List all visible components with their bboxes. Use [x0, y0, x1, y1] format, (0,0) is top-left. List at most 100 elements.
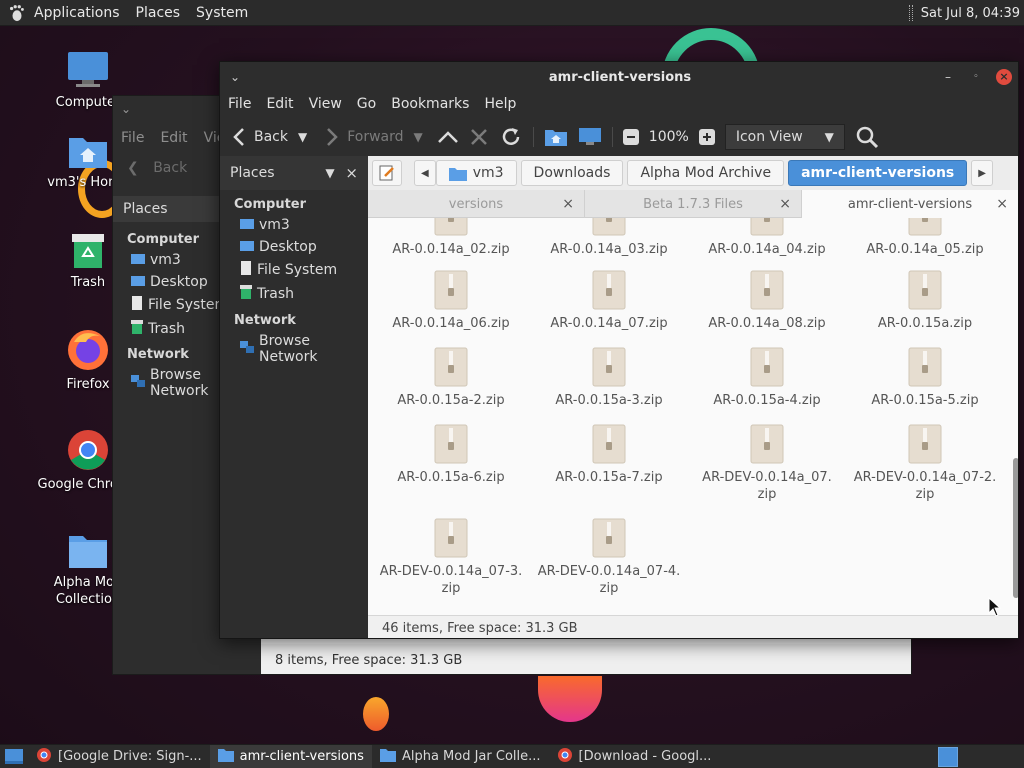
file-item[interactable]: AR-DEV-0.0.14a_07.zip — [688, 424, 846, 503]
dropdown-arrow-icon[interactable]: ▼ — [325, 166, 334, 180]
home-button[interactable] — [544, 127, 568, 147]
close-tab-icon[interactable]: × — [996, 196, 1008, 212]
sidebar-header[interactable]: Places ▼ × — [220, 156, 368, 190]
file-item[interactable]: AR-0.0.15a-4.zip — [688, 347, 846, 409]
menu-file[interactable]: File — [121, 130, 144, 146]
menu-edit[interactable]: Edit — [160, 130, 187, 146]
menu-edit[interactable]: Edit — [266, 96, 293, 112]
network-icon — [131, 375, 145, 391]
maximize-icon[interactable]: ◦ — [968, 69, 984, 85]
path-segment-label: Alpha Mod Archive — [640, 165, 772, 181]
taskbar-item-amr-client-versions[interactable]: amr-client-versions — [209, 744, 372, 768]
clock[interactable]: Sat Jul 8, 04:39 — [921, 6, 1020, 21]
close-sidebar-icon[interactable]: × — [345, 164, 358, 182]
path-segment-downloads[interactable]: Downloads — [520, 160, 624, 186]
tab-amr-client-versions[interactable]: amr-client-versions × — [802, 190, 1018, 218]
sidebar-item-label: Browse Network — [259, 333, 318, 365]
sidebar-item-vm3[interactable]: vm3 — [220, 214, 368, 236]
chevron-down-icon[interactable]: ⌄ — [121, 102, 131, 116]
close-icon[interactable]: × — [996, 69, 1012, 85]
view-mode-select[interactable]: Icon View ▼ — [724, 124, 845, 150]
file-item[interactable]: AR-0.0.14a_08.zip — [688, 270, 846, 332]
file-item[interactable]: AR-0.0.15a-3.zip — [530, 347, 688, 409]
back-window-navbar: ❮ Back — [127, 160, 187, 176]
zoom-out-button[interactable] — [622, 129, 639, 145]
file-name: AR-DEV-0.0.14a_07-3.zip — [379, 564, 523, 596]
file-item[interactable]: AR-0.0.15a-2.zip — [372, 347, 530, 409]
show-desktop-button[interactable] — [0, 745, 28, 768]
back-button[interactable]: Back — [232, 127, 288, 147]
file-name: AR-0.0.14a_06.zip — [392, 316, 510, 331]
sidebar-item-file-system[interactable]: File System — [220, 258, 368, 282]
menu-places[interactable]: Places — [136, 5, 181, 21]
close-tab-icon[interactable]: × — [562, 196, 574, 212]
close-tab-icon[interactable]: × — [779, 196, 791, 212]
monitor-icon — [68, 52, 108, 87]
sidebar-item-trash[interactable]: Trash — [220, 282, 368, 306]
zip-archive-icon — [434, 218, 468, 236]
file-item[interactable]: AR-0.0.15a-6.zip — [372, 424, 530, 486]
up-button[interactable] — [437, 129, 459, 145]
file-item[interactable]: AR-DEV-0.0.14a_07-3.zip — [372, 518, 530, 597]
workspace-switcher[interactable] — [938, 747, 958, 767]
home-folder-icon — [448, 167, 467, 181]
file-item[interactable]: AR-DEV-0.0.14a_07-4.zip — [530, 518, 688, 597]
back-button[interactable]: Back — [153, 160, 187, 176]
dropdown-arrow-icon: ▼ — [824, 130, 834, 144]
stop-button[interactable] — [469, 127, 489, 147]
firefox-icon — [68, 330, 108, 370]
file-item[interactable]: AR-0.0.14a_04.zip — [688, 218, 846, 258]
computer-button[interactable] — [578, 127, 602, 147]
path-segment-alpha-mod-archive[interactable]: Alpha Mod Archive — [627, 160, 785, 186]
taskbar-item-google-drive[interactable]: [Google Drive: Sign-... — [28, 745, 210, 768]
file-item[interactable]: AR-0.0.15a-7.zip — [530, 424, 688, 486]
path-scroll-right[interactable]: ▶ — [971, 160, 993, 186]
tab-beta-files[interactable]: Beta 1.7.3 Files × — [585, 190, 802, 218]
main-window-titlebar[interactable]: ⌄ amr-client-versions – ◦ × — [220, 62, 1018, 92]
sidebar-item-label: Desktop — [259, 239, 317, 255]
reload-button[interactable] — [499, 125, 523, 149]
menu-go[interactable]: Go — [357, 96, 376, 112]
zip-archive-icon — [750, 347, 784, 387]
toggle-location-button[interactable] — [372, 160, 402, 186]
path-scroll-left[interactable]: ◀ — [414, 160, 436, 186]
back-arrow-icon[interactable]: ❮ — [127, 160, 139, 176]
gnome-foot-icon[interactable] — [8, 4, 26, 22]
menu-bookmarks[interactable]: Bookmarks — [391, 96, 469, 112]
file-item[interactable]: AR-0.0.14a_05.zip — [846, 218, 1004, 258]
file-item[interactable]: AR-DEV-0.0.14a_07-2.zip — [846, 424, 1004, 503]
vertical-scrollbar[interactable] — [1013, 458, 1018, 598]
taskbar-item-download[interactable]: [Download - Googl... — [549, 745, 720, 768]
file-item[interactable]: AR-0.0.14a_07.zip — [530, 270, 688, 332]
back-history-dropdown[interactable]: ▼ — [298, 130, 307, 144]
file-item[interactable]: AR-0.0.15a-5.zip — [846, 347, 1004, 409]
path-segment-amr-client-versions[interactable]: amr-client-versions — [788, 160, 968, 186]
toolbar-separator — [611, 127, 613, 147]
sidebar-item-desktop[interactable]: Desktop — [220, 236, 368, 258]
menu-system[interactable]: System — [196, 5, 248, 21]
tab-versions[interactable]: versions × — [368, 190, 585, 218]
file-item[interactable]: AR-0.0.15a.zip — [846, 270, 1004, 332]
search-button[interactable] — [855, 125, 879, 149]
sidebar-item-browse-network[interactable]: Browse Network — [220, 330, 368, 368]
forward-history-dropdown[interactable]: ▼ — [414, 130, 423, 144]
sidebar-heading-network: Network — [234, 313, 296, 328]
file-item[interactable]: AR-0.0.14a_03.zip — [530, 218, 688, 258]
minimize-icon[interactable]: – — [940, 69, 956, 85]
file-item[interactable]: AR-0.0.14a_06.zip — [372, 270, 530, 332]
path-segment-vm3[interactable]: vm3 — [435, 160, 517, 186]
zoom-in-button[interactable] — [698, 129, 715, 145]
menu-applications[interactable]: Applications — [34, 5, 120, 21]
window-title: amr-client-versions — [548, 70, 692, 85]
back-places-header[interactable]: Places ▾ — [113, 196, 235, 222]
file-name: AR-0.0.14a_05.zip — [866, 242, 984, 257]
menu-file[interactable]: File — [228, 96, 251, 112]
main-file-manager-window[interactable]: ⌄ amr-client-versions – ◦ × File Edit Vi… — [219, 61, 1019, 639]
file-name: AR-0.0.14a_03.zip — [550, 242, 668, 257]
taskbar-item-alpha-mod-jar[interactable]: Alpha Mod Jar Colle... — [372, 745, 549, 768]
file-item[interactable]: AR-0.0.14a_02.zip — [372, 218, 530, 258]
sidebar-item-label: vm3 — [259, 217, 290, 233]
forward-button[interactable]: Forward — [325, 127, 404, 147]
menu-help[interactable]: Help — [484, 96, 516, 112]
menu-view[interactable]: View — [309, 96, 342, 112]
